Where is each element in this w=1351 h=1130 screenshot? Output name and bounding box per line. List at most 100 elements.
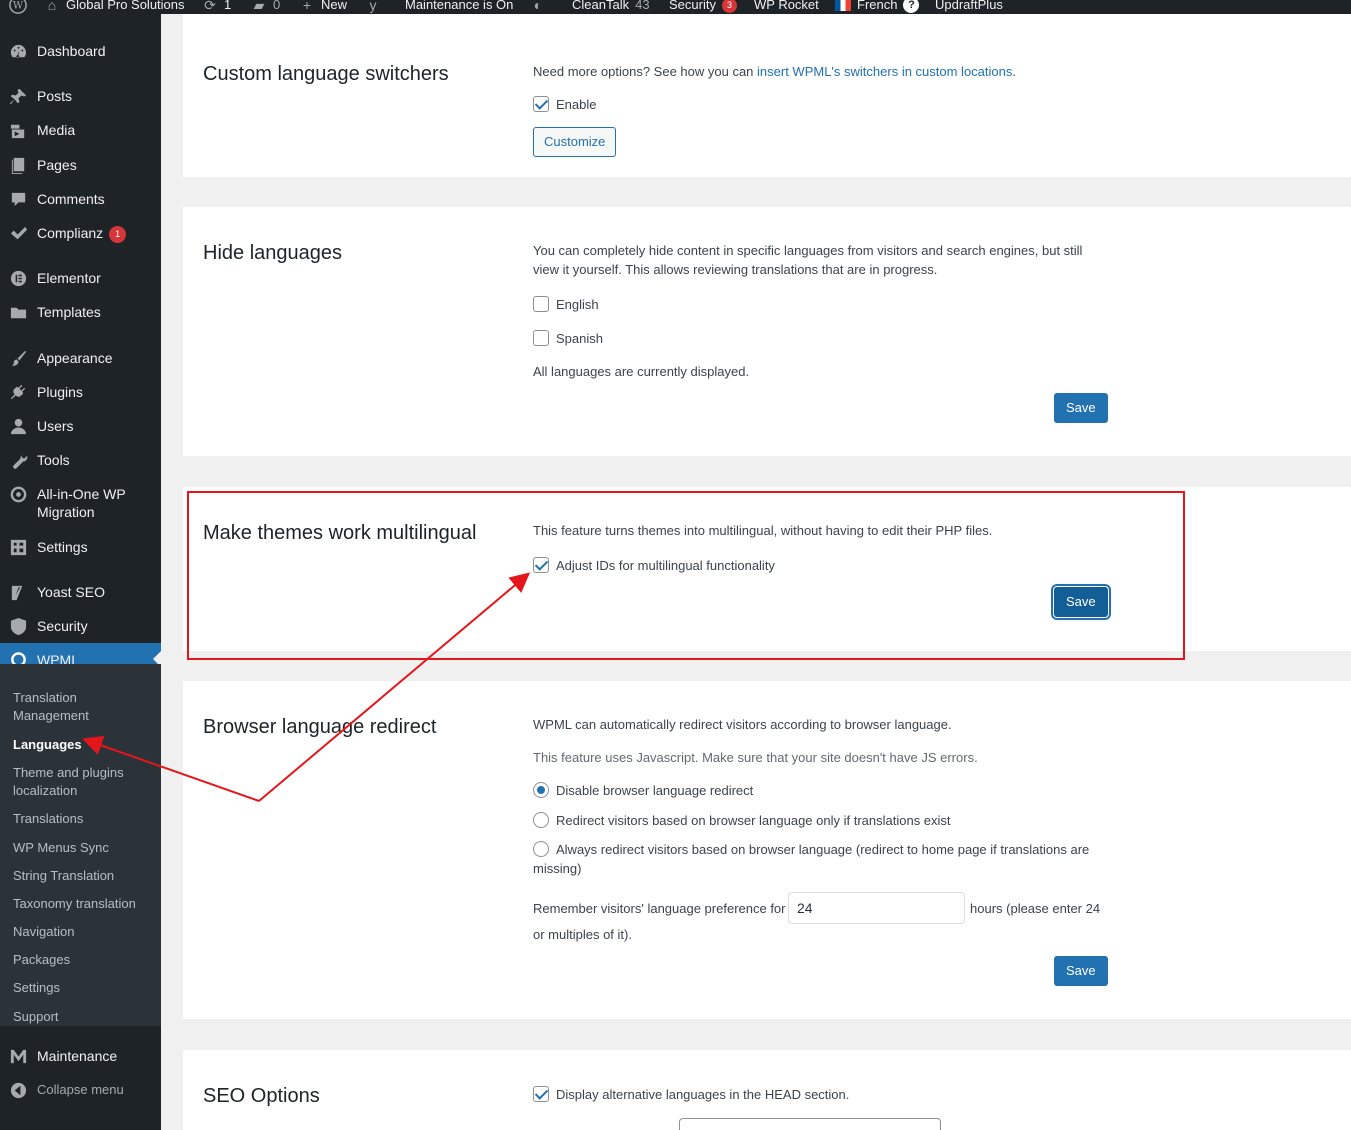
submenu-support[interactable]: Support [13,1008,153,1026]
menu-dashboard[interactable]: Dashboard [0,42,161,61]
section-title: SEO Options [203,1085,320,1107]
english-option[interactable]: English [533,295,599,314]
menu-media[interactable]: Media [0,121,161,140]
flag-position-select[interactable] [679,1118,941,1130]
redirect-option-if-translations[interactable]: Redirect visitors based on browser langu… [533,811,951,830]
new-content-link[interactable]: + New [299,0,347,14]
menu-security[interactable]: Security [0,617,161,636]
submenu-navigation[interactable]: Navigation [13,923,153,941]
submenu-packages[interactable]: Packages [13,951,153,969]
menu-comments[interactable]: Comments [0,190,161,209]
alt-languages-option[interactable]: Display alternative languages in the HEA… [533,1085,849,1104]
menu-yoast-seo[interactable]: Yoast SEO [0,583,161,602]
svg-text:W: W [13,1,24,12]
cleantalk-link[interactable]: CleanTalk 43 [572,0,650,14]
help-icon: ? [903,0,920,13]
maintenance-m-icon [0,1047,37,1066]
enable-option[interactable]: Enable [533,95,596,114]
customize-button[interactable]: Customize [533,127,617,157]
alt-languages-checkbox[interactable] [533,1086,549,1102]
redirect-option-disable[interactable]: Disable browser language redirect [533,781,753,800]
section-title: Custom language switchers [203,63,449,85]
submenu-taxonomy-translation[interactable]: Taxonomy translation [13,895,153,913]
remember-label: Remember visitors' language preference f… [533,901,786,916]
remember-hours-input[interactable]: 24 [788,892,965,924]
updraftplus-link[interactable]: UpdraftPlus [935,0,1003,14]
collapse-arrow-icon [0,1081,37,1100]
redirect-always-radio[interactable] [533,841,549,857]
hours-label: hours (please enter 24 [970,901,1101,916]
home-icon: ⌂ [47,0,57,13]
shield-icon [0,617,37,636]
complianz-count-badge: 1 [109,226,127,243]
submenu-wp-menus-sync[interactable]: WP Menus Sync [13,839,153,857]
menu-appearance[interactable]: Appearance [0,349,161,368]
admin-menu: Dashboard Posts Media Pages Comments Com… [0,14,161,1130]
maintenance-status-link[interactable]: Maintenance is On [405,0,513,14]
wpml-submenu: Translation Management Languages Theme an… [0,664,161,1026]
pushpin-icon [0,87,37,106]
migration-icon [0,485,37,504]
menu-all-in-one-migration[interactable]: All-in-One WP Migration [0,485,161,521]
wordpress-logo-icon[interactable]: W [9,0,27,14]
english-checkbox[interactable] [533,296,549,312]
site-name-link[interactable]: ⌂ Global Pro Solutions [44,0,185,14]
hours-label-cont: or multiples of it). [533,927,632,942]
custom-switchers-intro: Need more options? See how you can inser… [533,64,1016,79]
menu-complianz[interactable]: Complianz 1 [0,224,161,243]
submenu-translations[interactable]: Translations [13,810,153,828]
menu-maintenance[interactable]: Maintenance [0,1047,161,1066]
yoast-icon [0,583,37,602]
enable-checkbox[interactable] [533,96,549,112]
comments-icon [0,190,37,209]
plugin-icon [0,383,37,402]
menu-posts[interactable]: Posts [0,87,161,106]
comment-icon: ▰ [253,0,265,13]
comments-link[interactable]: ▰ 0 [251,0,281,14]
menu-settings[interactable]: Settings [0,538,161,557]
collapse-menu-button[interactable]: Collapse menu [0,1081,161,1100]
elementor-icon [0,269,37,288]
wp-rocket-link[interactable]: WP Rocket [754,0,819,14]
menu-pages[interactable]: Pages [0,156,161,175]
paintbrush-icon [0,349,37,368]
checkmark-icon [0,224,37,243]
submenu-string-translation[interactable]: String Translation [13,867,153,885]
hide-languages-save-button[interactable]: Save [1054,393,1108,423]
spanish-checkbox[interactable] [533,330,549,346]
hide-languages-card: Hide languages You can completely hide c… [183,207,1351,456]
updates-link[interactable]: ⟳ 1 [202,0,231,14]
menu-templates[interactable]: Templates [0,303,161,322]
custom-locations-link[interactable]: insert WPML's switchers in custom locati… [757,64,1012,79]
pages-icon [0,156,37,175]
browser-redirect-description: WPML can automatically redirect visitors… [533,717,952,732]
users-icon [0,417,37,436]
submenu-theme-plugins-localization[interactable]: Theme and plugins localization [13,764,153,800]
submenu-languages[interactable]: Languages [13,736,153,754]
redirect-disable-radio[interactable] [533,782,549,798]
security-link[interactable]: Security 3 [669,0,737,14]
section-title: Browser language redirect [203,716,437,738]
menu-plugins[interactable]: Plugins [0,383,161,402]
plus-icon: + [302,0,312,13]
redirect-option-always[interactable]: Always redirect visitors based on browse… [533,840,1089,878]
security-count-badge: 3 [721,0,737,13]
submenu-settings[interactable]: Settings [13,979,153,997]
hide-languages-description: You can completely hide content in speci… [533,243,1083,277]
settings-icon [0,538,37,557]
submenu-translation-management[interactable]: Translation Management [13,689,153,725]
language-switcher-link[interactable]: French ? [835,0,920,14]
browser-redirect-save-button[interactable]: Save [1054,956,1108,986]
updates-icon: ⟳ [204,0,216,13]
folder-icon [0,303,37,322]
french-flag-icon [835,0,851,11]
redirect-if-translations-radio[interactable] [533,812,549,828]
yoast-bar-icon[interactable]: y [365,0,381,14]
wpml-bar-icon[interactable]: ◐ [530,0,546,14]
custom-switchers-card: Custom language switchers Need more opti… [183,14,1351,177]
browser-redirect-card: Browser language redirect WPML can autom… [183,681,1351,1019]
menu-users[interactable]: Users [0,417,161,436]
menu-elementor[interactable]: Elementor [0,269,161,288]
menu-tools[interactable]: Tools [0,451,161,470]
spanish-option[interactable]: Spanish [533,329,603,348]
